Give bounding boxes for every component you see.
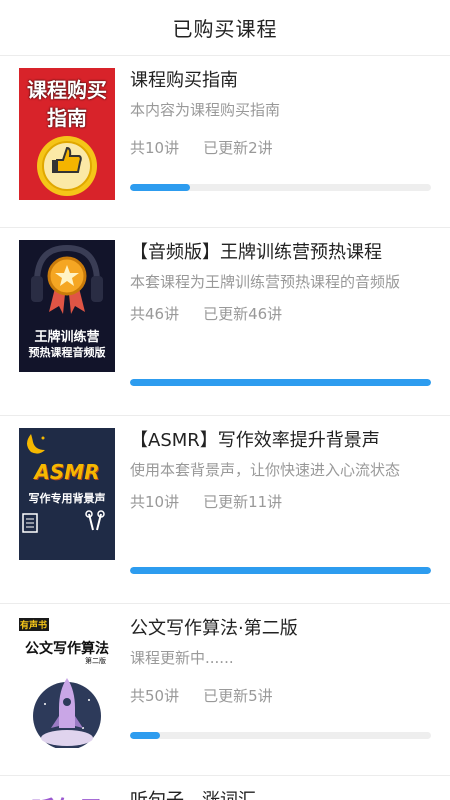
progress-fill — [130, 567, 431, 574]
page-title: 已购买课程 — [172, 17, 278, 41]
cover-title-line2: 预热课程音频版 — [28, 346, 106, 359]
course-item[interactable]: 课程购买 指南 课程购买指南 本内容为课程购买指南 共10讲 已更新2讲 — [0, 56, 450, 228]
course-desc: 本套课程为王牌训练营预热课程的音频版 — [130, 273, 401, 291]
cover-title-line1: 听句子 — [19, 790, 115, 800]
course-item[interactable]: 听句子 听句子，涨词汇 — [0, 776, 450, 800]
progress-bar — [130, 567, 431, 574]
lesson-count: 共10讲 — [130, 139, 180, 157]
course-info: 【ASMR】写作效率提升背景声 使用本套背景声，让你快速进入心流状态 共10讲 … — [130, 428, 432, 513]
course-desc: 本内容为课程购买指南 — [130, 101, 281, 119]
progress-fill — [130, 184, 191, 191]
course-title: 公文写作算法·第二版 — [130, 618, 298, 639]
course-list: 课程购买 指南 课程购买指南 本内容为课程购买指南 共10讲 已更新2讲 王牌训… — [0, 56, 450, 800]
cover-title-line1: ASMR — [34, 460, 100, 484]
updated-count: 已更新11讲 — [203, 493, 283, 511]
cover-edition: 第二版 — [85, 657, 106, 665]
course-cover[interactable]: 课程购买 指南 — [19, 68, 115, 200]
updated-count: 已更新46讲 — [203, 305, 283, 323]
progress-fill — [130, 732, 161, 739]
course-stats: 共50讲 已更新5讲 — [130, 685, 432, 707]
cover-title-line1: 课程购买 — [27, 78, 107, 102]
cover-title-line2: 指南 — [47, 106, 87, 130]
course-title: 【音频版】王牌训练营预热课程 — [130, 242, 382, 263]
progress-bar — [130, 379, 431, 386]
course-cover[interactable]: 听句子 — [19, 790, 115, 800]
course-stats: 共10讲 已更新11讲 — [130, 491, 432, 513]
course-title: 课程购买指南 — [130, 70, 238, 91]
course-info: 听句子，涨词汇 — [130, 788, 432, 800]
lesson-count: 共10讲 — [130, 493, 180, 511]
lesson-count: 共50讲 — [130, 687, 180, 705]
course-desc: 课程更新中...... — [130, 649, 234, 667]
course-info: 课程购买指南 本内容为课程购买指南 共10讲 已更新2讲 — [130, 68, 432, 159]
updated-count: 已更新2讲 — [203, 139, 273, 157]
course-item[interactable]: 有声书 公文写作算法 第二版 公文写作算法·第二版 课程更新中...... 共5… — [0, 604, 450, 776]
cover-title-line1: 公文写作算法 — [25, 641, 109, 657]
progress-fill — [130, 379, 431, 386]
course-title: 听句子，涨词汇 — [130, 788, 432, 800]
progress-bar — [130, 184, 431, 191]
course-cover[interactable]: 王牌训练营 预热课程音频版 — [19, 240, 115, 372]
course-cover[interactable]: ASMR 写作专用背景声 — [19, 428, 115, 560]
course-cover[interactable]: 有声书 公文写作算法 第二版 — [19, 616, 115, 748]
progress-bar — [130, 732, 431, 739]
cover-art — [19, 616, 115, 748]
updated-count: 已更新5讲 — [203, 687, 273, 705]
course-desc: 使用本套背景声，让你快速进入心流状态 — [130, 461, 401, 479]
course-info: 【音频版】王牌训练营预热课程 本套课程为王牌训练营预热课程的音频版 共46讲 已… — [130, 240, 432, 325]
course-info: 公文写作算法·第二版 课程更新中...... 共50讲 已更新5讲 — [130, 616, 432, 707]
course-item[interactable]: 王牌训练营 预热课程音频版 【音频版】王牌训练营预热课程 本套课程为王牌训练营预… — [0, 228, 450, 416]
app-header: 已购买课程 — [0, 0, 450, 56]
course-stats: 共10讲 已更新2讲 — [130, 137, 432, 159]
course-title: 【ASMR】写作效率提升背景声 — [130, 430, 380, 451]
cover-title-line2: 写作专用背景声 — [28, 492, 106, 505]
cover-title-line1: 王牌训练营 — [34, 330, 100, 345]
course-stats: 共46讲 已更新46讲 — [130, 303, 432, 325]
lesson-count: 共46讲 — [130, 305, 180, 323]
course-item[interactable]: ASMR 写作专用背景声 【ASMR】写作效率提升背景声 使用本套背景声，让你快… — [0, 416, 450, 604]
cover-tag: 有声书 — [20, 621, 48, 631]
